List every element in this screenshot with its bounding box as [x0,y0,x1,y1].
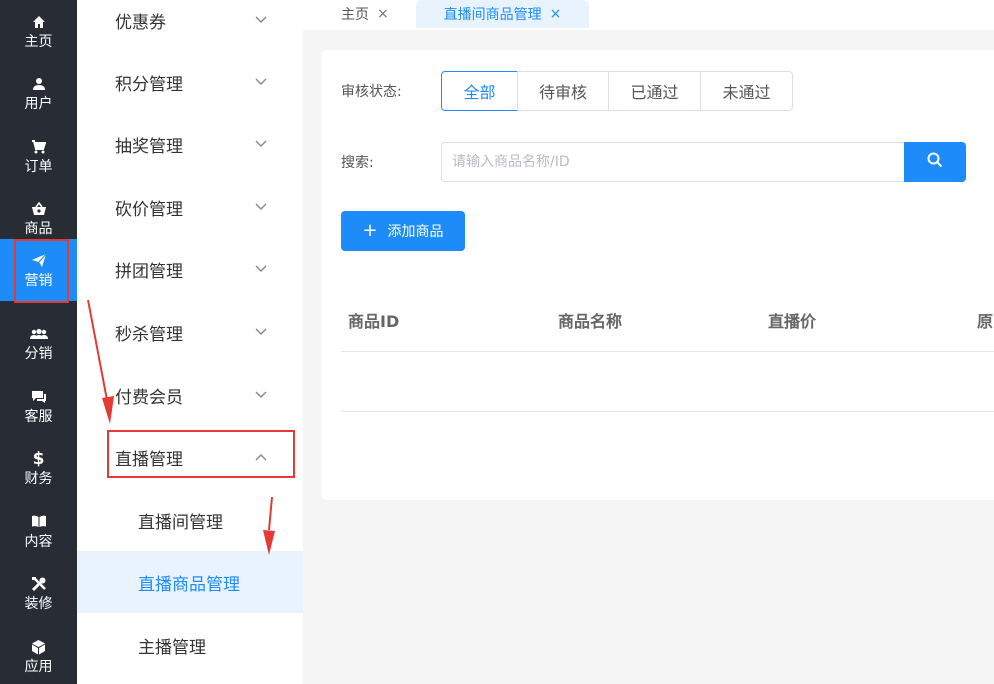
column-header-product-id: 商品ID [348,312,400,331]
nav-label: 应用 [24,658,53,675]
submenu-item-label: 秒杀管理 [115,324,183,345]
tab-live-goods[interactable]: 直播间商品管理 × [416,0,589,28]
chevron-down-icon [255,389,267,401]
dollar-icon: $ [32,448,45,469]
nav-label: 装修 [24,595,53,612]
chevron-down-icon [255,14,267,26]
chevron-down-icon [255,76,267,88]
close-icon[interactable]: × [377,6,389,22]
tab-label: 直播间商品管理 [443,7,542,23]
close-icon[interactable]: × [550,6,562,22]
submenu-item-label: 优惠券 [115,12,166,33]
nav-label: 财务 [24,470,53,487]
add-product-button[interactable]: + 添加商品 [341,211,465,251]
book-icon [30,513,48,531]
nav-apps[interactable]: 应用 [0,625,77,684]
content-card: 审核状态: 全部 待审核 已通过 未通过 搜索: + 添加商品 商品ID 商品名… [321,50,994,500]
table-empty-row-divider [341,411,994,412]
column-header-original-price: 原 [977,312,994,331]
chevron-down-icon [255,326,267,338]
submenu-item-points[interactable]: 积分管理 [77,51,303,113]
column-header-product-name: 商品名称 [558,312,623,331]
nav-marketing[interactable]: 营销 [0,239,77,303]
tab-home[interactable]: 主页 × [341,0,389,28]
group-icon [29,325,48,343]
nav-content[interactable]: 内容 [0,500,77,562]
submenu-child-anchor[interactable]: 主播管理 [77,614,303,676]
table-header-divider [341,351,994,352]
nav-decoration[interactable]: 装修 [0,562,77,624]
search-icon [927,152,943,172]
nav-service[interactable]: 客服 [0,375,77,437]
column-header-live-price: 直播价 [768,312,817,331]
submenu-item-paid-member[interactable]: 付费会员 [77,364,303,426]
submenu-item-live[interactable]: 直播管理 [77,426,303,488]
submenu-item-label: 砍价管理 [115,199,183,220]
nav-label: 用户 [24,95,53,112]
tab-label: 主页 [341,7,369,23]
submenu-child-label: 直播间管理 [138,512,223,533]
submenu-item-label: 付费会员 [115,387,183,408]
submenu-item-lottery[interactable]: 抽奖管理 [77,113,303,175]
chevron-down-icon [255,138,267,150]
cube-icon [30,638,48,656]
nav-label: 商品 [24,220,53,237]
nav-label: 主页 [24,33,53,50]
submenu-item-label: 直播管理 [115,449,183,470]
nav-home[interactable]: 主页 [0,0,77,62]
submenu-item-label: 积分管理 [115,74,183,95]
submenu-item-coupon[interactable]: 优惠券 [77,0,303,51]
search-group [441,142,966,182]
chat-icon [30,388,48,406]
search-button[interactable] [904,142,966,182]
nav-label: 营销 [24,272,53,289]
search-input[interactable] [441,142,905,182]
status-option-approved[interactable]: 已通过 [608,71,701,111]
nav-label: 客服 [24,408,53,425]
paper-plane-icon [30,252,48,270]
submenu-item-bargain[interactable]: 砍价管理 [77,176,303,238]
status-option-pending[interactable]: 待审核 [517,71,609,111]
submenu-item-label: 抽奖管理 [115,136,183,157]
user-icon [30,75,48,93]
basket-icon [30,200,48,218]
search-label: 搜索: [341,155,374,171]
status-option-all[interactable]: 全部 [441,71,518,111]
status-filter-label: 审核状态: [341,84,402,100]
submenu-child-live-room[interactable]: 直播间管理 [77,489,303,551]
add-product-label: 添加商品 [387,224,444,240]
chevron-down-icon [255,201,267,213]
submenu-item-flash-sale[interactable]: 秒杀管理 [77,301,303,363]
tab-bar: 主页 × 直播间商品管理 × [303,0,994,30]
nav-distribution[interactable]: 分销 [0,312,77,374]
status-option-rejected[interactable]: 未通过 [700,71,793,111]
submenu-item-label: 拼团管理 [115,261,183,282]
plus-icon: + [362,220,378,241]
nav-order[interactable]: 订单 [0,125,77,187]
nav-label: 内容 [24,533,53,550]
marketing-submenu: 优惠券 积分管理 抽奖管理 砍价管理 拼团管理 秒杀管理 付费会员 直播管理 直… [77,0,303,684]
tools-icon [30,575,48,593]
nav-label: 订单 [24,158,53,175]
nav-label: 分销 [24,345,53,362]
submenu-child-live-goods[interactable]: 直播商品管理 [77,551,303,613]
submenu-child-label: 直播商品管理 [138,574,240,595]
nav-user[interactable]: 用户 [0,62,77,124]
nav-finance[interactable]: $ 财务 [0,437,77,499]
submenu-item-group-buy[interactable]: 拼团管理 [77,238,303,300]
submenu-child-label: 主播管理 [138,637,206,658]
chevron-up-icon [255,451,267,463]
cart-icon [30,138,48,156]
main-nav-rail: 主页 用户 订单 商品 营销 分销 客服 $ 财务 内容 装修 应用 [0,0,77,684]
chevron-down-icon [255,263,267,275]
home-icon [30,13,48,31]
